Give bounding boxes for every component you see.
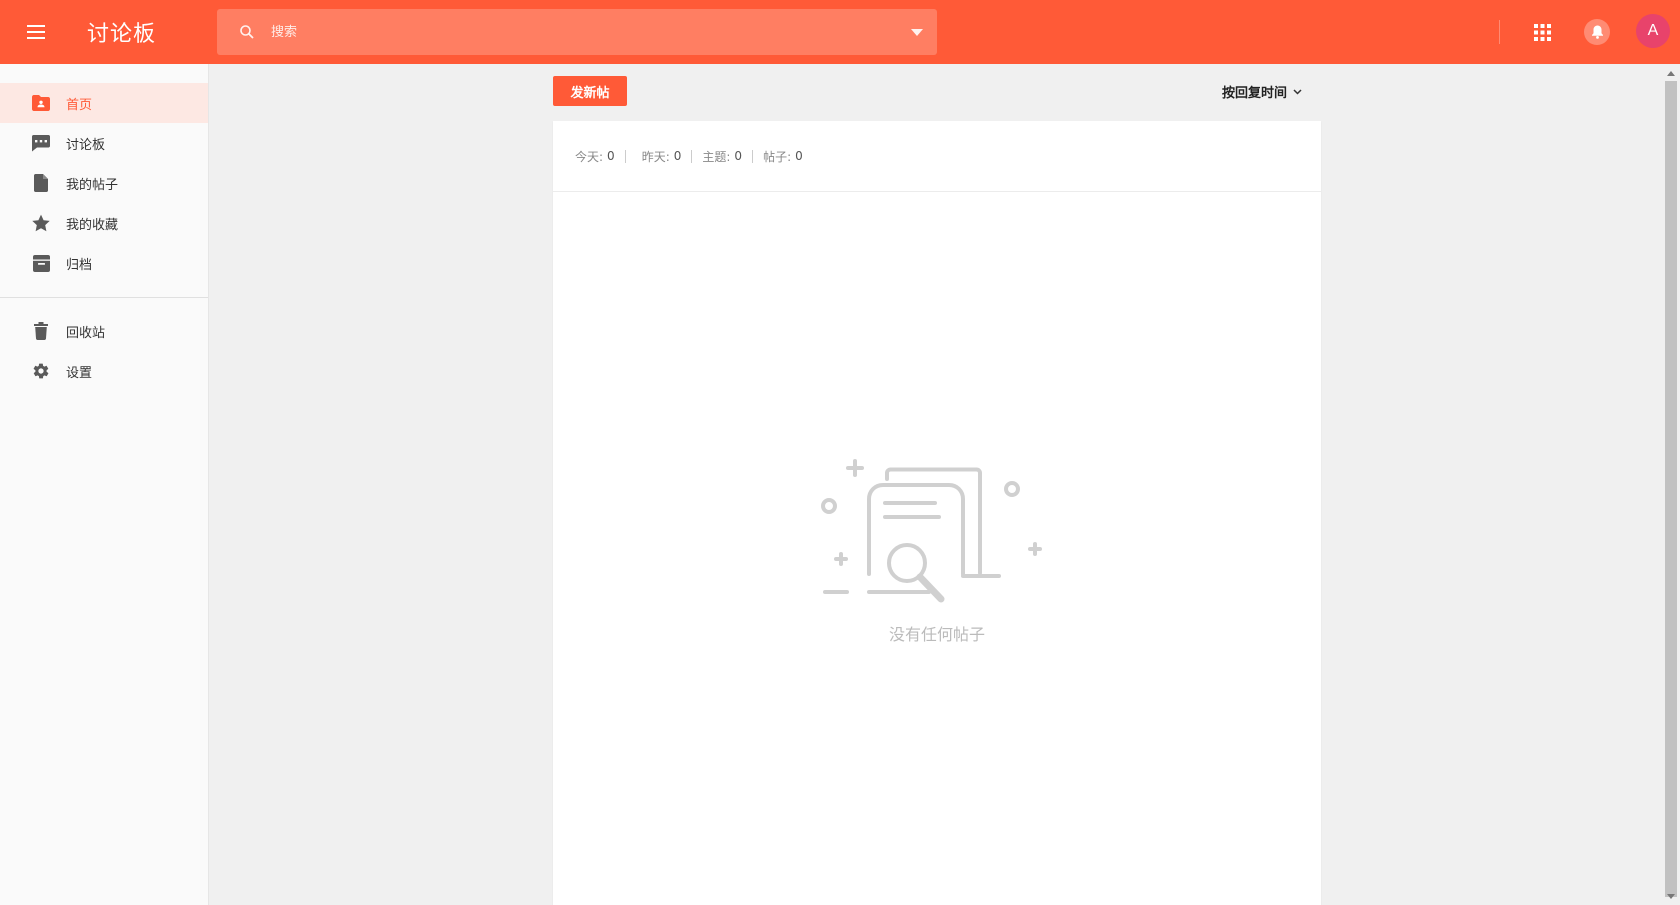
avatar[interactable]: A bbox=[1636, 14, 1670, 48]
sidebar-item-label: 设置 bbox=[66, 365, 93, 381]
stat-value: 0 bbox=[734, 149, 743, 163]
sidebar-item-forum[interactable]: 讨论板 bbox=[0, 123, 208, 163]
empty-state-message: 没有任何帖子 bbox=[888, 625, 985, 644]
notifications-button[interactable] bbox=[1584, 19, 1610, 45]
home-folder-icon bbox=[32, 94, 50, 112]
sort-dropdown[interactable]: 按回复时间 bbox=[1222, 82, 1302, 101]
stat-divider bbox=[752, 149, 754, 163]
stat-label: 昨天: bbox=[641, 149, 670, 164]
stat-posts: 帖子: 0 bbox=[763, 148, 803, 165]
sidebar-item-archive[interactable]: 归档 bbox=[0, 243, 208, 283]
stat-label: 今天: bbox=[575, 149, 604, 164]
sidebar-item-favorites[interactable]: 我的收藏 bbox=[0, 203, 208, 243]
sidebar: 首页 讨论板 我的帖子 我的收藏 归档 回收站 设置 bbox=[0, 64, 209, 905]
chevron-down-icon bbox=[1293, 88, 1302, 95]
stat-today: 今天: 0 bbox=[575, 148, 615, 165]
apps-grid-icon[interactable] bbox=[1534, 24, 1551, 41]
stat-value: 0 bbox=[795, 149, 803, 163]
menu-icon[interactable] bbox=[22, 20, 50, 44]
gear-icon bbox=[32, 362, 50, 380]
search-input[interactable] bbox=[269, 9, 897, 55]
triangle-down-icon bbox=[911, 28, 923, 36]
bell-icon bbox=[1591, 25, 1603, 39]
new-post-button[interactable]: 发新帖 bbox=[553, 76, 627, 106]
scroll-up-arrow-icon[interactable] bbox=[1667, 71, 1675, 76]
stat-label: 主题: bbox=[702, 149, 731, 164]
stat-divider bbox=[624, 149, 626, 163]
sidebar-main-nav: 首页 讨论板 我的帖子 我的收藏 归档 bbox=[0, 64, 208, 283]
sidebar-divider bbox=[0, 297, 208, 298]
app-title: 讨论板 bbox=[87, 22, 157, 47]
search-icon bbox=[239, 24, 255, 40]
empty-state: 没有任何帖子 bbox=[553, 451, 1321, 645]
sidebar-item-trash[interactable]: 回收站 bbox=[0, 311, 208, 351]
document-icon bbox=[32, 174, 50, 192]
posts-card: 今天: 0 昨天: 0 主题: 0 帖子: 0 没有任何帖子 bbox=[553, 121, 1321, 905]
sidebar-item-label: 我的帖子 bbox=[66, 177, 119, 193]
forum-icon bbox=[32, 134, 50, 152]
trash-icon bbox=[32, 322, 50, 340]
empty-document-search-illustration bbox=[821, 459, 1042, 603]
sidebar-item-home[interactable]: 首页 bbox=[0, 83, 208, 123]
sidebar-secondary-nav: 回收站 设置 bbox=[0, 311, 208, 391]
search-options-dropdown[interactable] bbox=[897, 9, 937, 55]
sidebar-item-label: 我的收藏 bbox=[66, 217, 119, 233]
star-icon bbox=[32, 214, 50, 232]
top-app-bar: 讨论板 A bbox=[0, 0, 1680, 64]
search-bar[interactable] bbox=[217, 9, 937, 55]
stat-label: 帖子: bbox=[763, 149, 792, 164]
post-stats-bar: 今天: 0 昨天: 0 主题: 0 帖子: 0 bbox=[553, 121, 1321, 192]
scrollbar-thumb[interactable] bbox=[1665, 81, 1677, 897]
sort-label: 按回复时间 bbox=[1222, 86, 1288, 101]
toolbar-divider bbox=[1499, 20, 1500, 44]
stat-value: 0 bbox=[607, 149, 615, 163]
sidebar-item-label: 讨论板 bbox=[66, 137, 106, 153]
stat-yesterday: 昨天: 0 bbox=[642, 148, 682, 165]
sidebar-item-label: 首页 bbox=[66, 97, 93, 113]
scroll-down-arrow-icon[interactable] bbox=[1667, 894, 1675, 899]
stat-topics: 主题: 0 bbox=[702, 148, 742, 165]
archive-icon bbox=[32, 254, 50, 272]
stat-value: 0 bbox=[673, 149, 682, 163]
sidebar-item-my-posts[interactable]: 我的帖子 bbox=[0, 163, 208, 203]
page-scrollbar[interactable] bbox=[1663, 64, 1680, 905]
stat-divider bbox=[691, 149, 693, 163]
sidebar-item-settings[interactable]: 设置 bbox=[0, 351, 208, 391]
sidebar-item-label: 归档 bbox=[66, 257, 93, 273]
sidebar-item-label: 回收站 bbox=[66, 325, 106, 341]
